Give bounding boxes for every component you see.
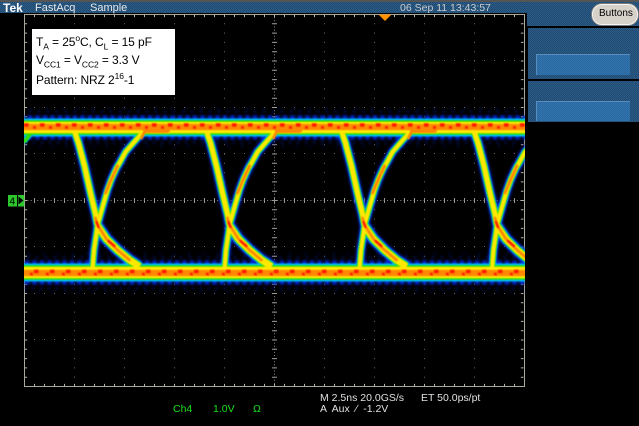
svg-text:4: 4: [10, 197, 16, 208]
